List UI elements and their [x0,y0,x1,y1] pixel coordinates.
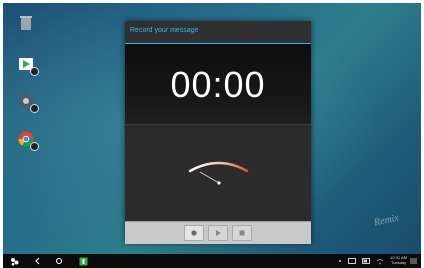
record-icon [191,230,197,236]
timer-panel: 00:00 [125,44,311,125]
shortcut-badge-icon [30,104,39,113]
stop-button[interactable] [232,225,252,241]
level-meter-panel [125,125,311,220]
wifi-icon[interactable] [375,254,385,268]
dialog-title-bar: Record your message [125,21,311,44]
stop-icon [239,230,245,236]
play-icon [216,230,221,236]
dialog-title: Record your message [130,27,199,34]
shortcut-badge-icon [30,142,39,151]
trash-icon[interactable] [15,12,37,34]
app-icon[interactable] [77,254,89,268]
clock-day: Tuesday [390,260,407,265]
control-bar [125,221,311,244]
vu-meter-icon [188,161,249,185]
battery-icon[interactable] [361,254,371,268]
shortcut-badge-icon [30,67,39,76]
desktop: Record your message 00:00 Remix [3,3,421,265]
remix-start-icon[interactable] [7,254,21,268]
taskbar: 10:31 AM Tuesday [3,254,421,268]
back-icon[interactable] [31,254,43,268]
clock[interactable]: 10:31 AM Tuesday [390,255,407,265]
home-icon[interactable] [53,254,65,268]
settings-icon[interactable] [15,90,39,113]
sound-recorder-dialog: Record your message 00:00 [125,21,311,244]
timer-display: 00:00 [170,64,266,105]
chrome-icon[interactable] [15,128,39,151]
play-button[interactable] [208,225,228,241]
notification-dot-icon[interactable] [337,254,343,268]
play-store-icon[interactable] [15,53,39,76]
keyboard-icon[interactable] [347,254,357,268]
menu-icon[interactable] [408,254,418,268]
record-button[interactable] [184,225,204,241]
